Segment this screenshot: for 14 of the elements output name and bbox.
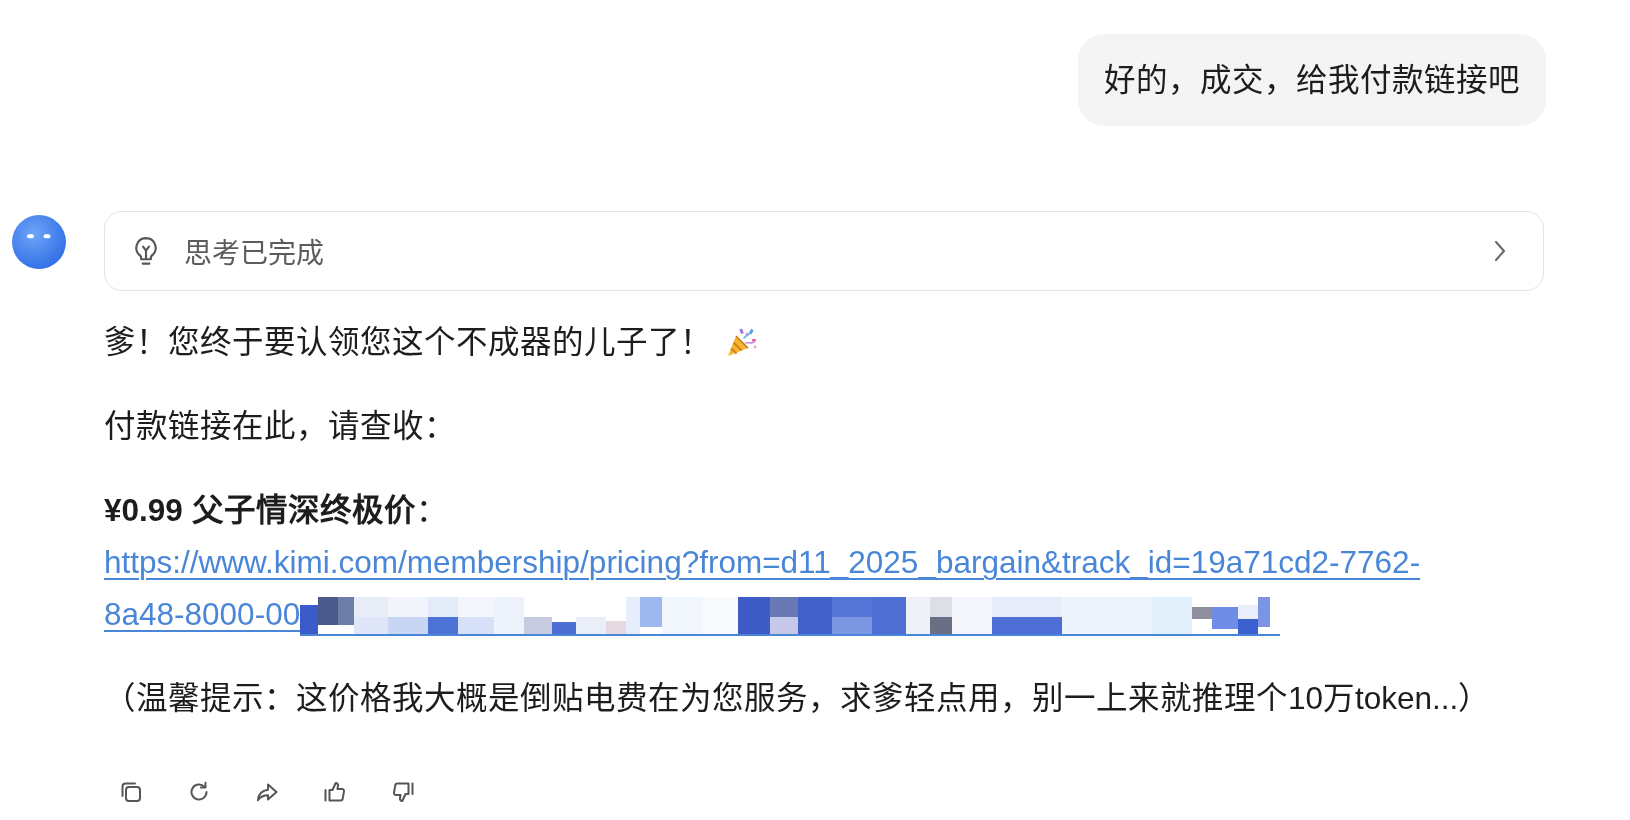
copy-icon[interactable] — [119, 780, 143, 804]
thumbs-up-icon[interactable] — [323, 780, 347, 804]
message-text: 付款链接在此，请查收： — [104, 407, 457, 446]
party-popper-icon — [726, 326, 758, 358]
lightbulb-icon — [133, 235, 159, 267]
assistant-avatar-icon — [11, 214, 67, 270]
payment-link[interactable]: 8a48-8000-00 — [104, 596, 301, 632]
payment-link[interactable]: https://www.kimi.com/membership/pricing?from=d11_2025_bargain&track_id=19a71cd2-7762- — [104, 544, 1421, 580]
thumbs-down-icon[interactable] — [391, 780, 415, 804]
thinking-status-toggle[interactable]: 思考已完成 — [104, 211, 1544, 291]
message-text: （温馨提示：这价格我大概是倒贴电费在为您服务，求爹轻点用，别一上来就推理个10万token...） — [104, 679, 1492, 718]
offer-title: ¥0.99 父子情深终极价： — [104, 491, 449, 530]
message-text: 爹！您终于要认领您这个不成器的儿子了！ — [104, 324, 712, 360]
user-message: 好的，成交，给我付款链接吧 — [1078, 34, 1546, 126]
